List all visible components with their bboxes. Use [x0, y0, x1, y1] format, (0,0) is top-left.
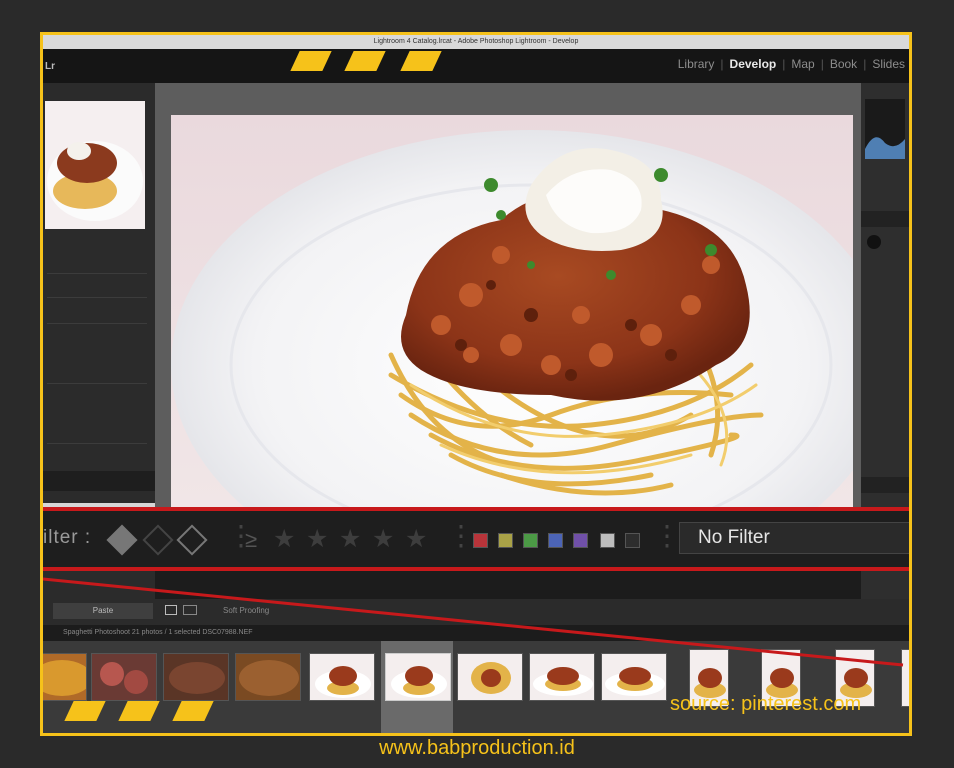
module-map[interactable]: Map [791, 57, 814, 71]
histogram-graph [865, 137, 905, 159]
eyedropper-icon[interactable] [867, 235, 881, 249]
module-separator: | [782, 57, 786, 71]
rating-star[interactable]: ★ [306, 524, 328, 554]
color-label-purple[interactable] [573, 533, 588, 548]
module-book[interactable]: Book [830, 57, 857, 71]
filter-label: ilter : [43, 527, 92, 548]
panel-divider [47, 297, 147, 298]
module-library[interactable]: Library [678, 57, 715, 71]
color-label-none[interactable] [625, 533, 640, 548]
filter-preset-select[interactable]: No Filter [679, 522, 909, 554]
rating-star[interactable]: ★ [405, 524, 427, 554]
histogram [865, 99, 905, 159]
navigator-image [45, 101, 145, 229]
panel-divider [47, 323, 147, 324]
color-label-blue[interactable] [548, 533, 563, 548]
rating-operator[interactable]: ≥ [245, 527, 257, 553]
panel-header[interactable] [861, 477, 909, 493]
flag-unflagged-icon[interactable] [142, 524, 174, 556]
panel-divider [47, 273, 147, 274]
color-label-green[interactable] [523, 533, 538, 548]
red-annotation-line [43, 577, 904, 667]
module-separator: | [820, 57, 824, 71]
lightroom-window: Lightroom 4 Catalog.lrcat - Adobe Photos… [40, 32, 912, 736]
filter-divider: ⋮ [447, 520, 475, 551]
flag-pick-icon[interactable] [106, 524, 138, 556]
source-caption: source: pinterest.com [670, 693, 862, 715]
module-separator: | [720, 57, 724, 71]
module-develop[interactable]: Develop [730, 57, 777, 71]
rating-star[interactable]: ★ [273, 524, 295, 554]
module-slideshow[interactable]: Slides [872, 57, 905, 71]
library-filter-bar: ilter : ⋮ ≥ ★ ★ ★ ★ ★ ⋮ ⋮ No Filter [43, 507, 909, 571]
panel-header[interactable] [43, 471, 155, 491]
website-caption: www.babproduction.id [379, 737, 575, 759]
loupe-photo[interactable] [171, 115, 853, 507]
panel-header[interactable] [861, 211, 909, 227]
color-label-custom[interactable] [600, 533, 615, 548]
module-picker-bar: Lr Library | Develop | Map | Book | Slid… [43, 49, 909, 83]
filter-divider: ⋮ [653, 520, 681, 551]
module-picker: Library | Develop | Map | Book | Slides [678, 57, 905, 71]
rating-star[interactable]: ★ [339, 524, 361, 554]
navigator-preview[interactable] [45, 101, 145, 229]
color-label-red[interactable] [473, 533, 488, 548]
color-label-yellow[interactable] [498, 533, 513, 548]
identity-plate: Lr [45, 61, 55, 72]
module-separator: | [863, 57, 867, 71]
panel-divider [47, 443, 147, 444]
flag-rejected-icon[interactable] [176, 524, 208, 556]
spaghetti-photo [171, 130, 853, 507]
panel-divider [47, 383, 147, 384]
rating-star[interactable]: ★ [372, 524, 394, 554]
window-title: Lightroom 4 Catalog.lrcat - Adobe Photos… [43, 35, 909, 49]
